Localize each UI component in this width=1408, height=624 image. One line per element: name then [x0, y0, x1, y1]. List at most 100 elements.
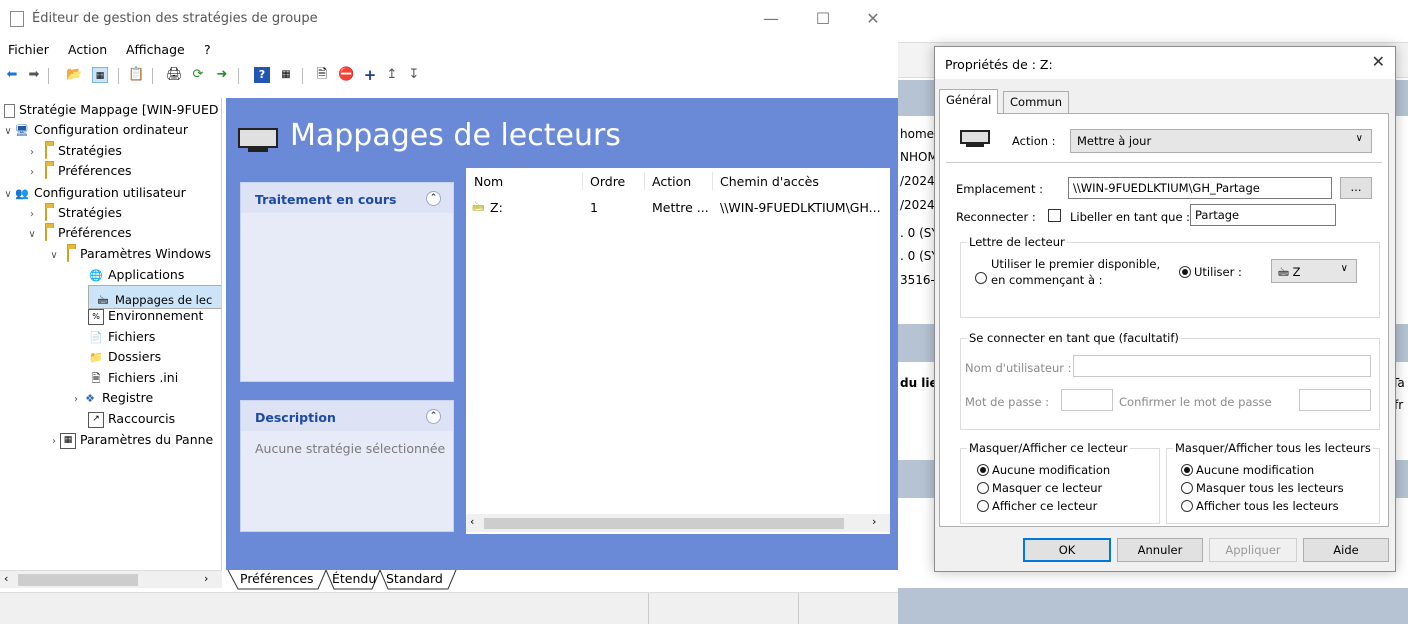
- column-header-ordre[interactable]: Ordre: [590, 174, 625, 189]
- export-icon[interactable]: ➜: [214, 67, 230, 83]
- column-header-action[interactable]: Action: [652, 174, 691, 189]
- chevron-down-icon[interactable]: ∨: [2, 185, 14, 205]
- tree-node-files[interactable]: 📄 Fichiers: [88, 327, 155, 347]
- tree-node-ini-files[interactable]: 🗎 Fichiers .ini: [88, 368, 179, 388]
- hide-show-all-label: Masquer/Afficher tous les lecteurs: [1173, 441, 1373, 455]
- refresh-icon[interactable]: ⟳: [190, 67, 206, 83]
- confirm-password-input[interactable]: [1299, 389, 1371, 411]
- scrollbar-thumb[interactable]: [484, 518, 844, 529]
- content-title: Mappages de lecteurs: [290, 118, 621, 153]
- tab-standard[interactable]: Standard: [386, 570, 443, 590]
- stop-icon[interactable]: ⛔: [338, 67, 354, 83]
- tab-commun[interactable]: Commun: [1003, 91, 1070, 113]
- processing-panel: Traitement en cours ⌃: [240, 182, 454, 382]
- first-available-radio[interactable]: [975, 265, 990, 284]
- no-change-radio[interactable]: Aucune modification: [977, 463, 1110, 477]
- drive-letter-select[interactable]: 🖮 Z ∨: [1271, 259, 1357, 283]
- menu-action[interactable]: Action: [68, 42, 107, 57]
- browse-button[interactable]: ...: [1340, 177, 1372, 199]
- properties-icon[interactable]: ▦: [278, 67, 294, 83]
- move-down-icon[interactable]: ↧: [406, 67, 422, 83]
- back-arrow-icon[interactable]: ⬅: [4, 67, 20, 83]
- tree-node-environment[interactable]: % Environnement: [88, 306, 203, 326]
- close-button[interactable]: ✕: [850, 6, 896, 32]
- menu-affichage[interactable]: Affichage: [126, 42, 185, 57]
- show-all-radio[interactable]: Afficher tous les lecteurs: [1181, 499, 1339, 513]
- up-folder-icon[interactable]: 📂: [66, 67, 82, 83]
- bg-text: NHOM: [900, 150, 938, 164]
- menu-fichier[interactable]: Fichier: [8, 42, 49, 57]
- description-text: Aucune stratégie sélectionnée: [255, 441, 446, 456]
- column-header-chemin[interactable]: Chemin d'accès: [720, 174, 819, 189]
- hide-drive-radio[interactable]: Masquer ce lecteur: [977, 481, 1102, 495]
- menu-help[interactable]: ?: [204, 42, 211, 57]
- tab-etendu[interactable]: Étendu: [332, 570, 376, 590]
- apply-button[interactable]: Appliquer: [1209, 538, 1297, 562]
- tree-node-windows-settings[interactable]: ∨ Paramètres Windows: [48, 244, 211, 264]
- tree-node-computer-strategies[interactable]: › Stratégies: [26, 141, 122, 161]
- preview-icon[interactable]: 🗎: [314, 67, 330, 83]
- description-title: Description: [255, 410, 336, 425]
- action-select[interactable]: Mettre à jour ∨: [1070, 129, 1372, 153]
- tree-horizontal-scrollbar[interactable]: ‹ ›: [0, 570, 222, 588]
- libeller-input[interactable]: Partage: [1190, 204, 1336, 226]
- chevron-right-icon[interactable]: ›: [26, 143, 38, 163]
- minimize-button[interactable]: —: [748, 6, 794, 32]
- username-input[interactable]: [1073, 355, 1371, 377]
- tree-node-user-strategies[interactable]: › Stratégies: [26, 203, 122, 223]
- clipboard-icon[interactable]: 📋: [128, 67, 144, 83]
- add-icon[interactable]: +: [362, 67, 378, 83]
- help-icon[interactable]: ?: [254, 67, 270, 83]
- tree-node-user-config[interactable]: ∨ 👥 Configuration utilisateur: [2, 183, 186, 203]
- forward-arrow-icon[interactable]: ➡: [26, 67, 42, 83]
- tab-preferences[interactable]: Préférences: [240, 570, 314, 590]
- tab-general[interactable]: Général: [939, 89, 999, 114]
- scroll-right-icon[interactable]: ›: [872, 515, 876, 528]
- list-horizontal-scrollbar[interactable]: ‹ ›: [466, 514, 890, 532]
- scroll-left-icon[interactable]: ‹: [470, 515, 474, 528]
- column-header-nom[interactable]: Nom: [474, 174, 503, 189]
- cancel-button[interactable]: Annuler: [1117, 538, 1203, 562]
- help-button[interactable]: Aide: [1303, 538, 1389, 562]
- reconnect-checkbox[interactable]: [1048, 209, 1061, 222]
- bg-text: . 0 (SY: [900, 226, 939, 240]
- tree-node-computer-preferences[interactable]: › Préférences: [26, 161, 132, 181]
- tree-node-policy[interactable]: Stratégie Mappage [WIN-9FUED: [4, 100, 218, 120]
- maximize-button[interactable]: ☐: [800, 6, 846, 32]
- close-icon[interactable]: ✕: [1372, 52, 1385, 71]
- chevron-down-icon[interactable]: ∨: [48, 246, 60, 266]
- scroll-left-icon[interactable]: ‹: [4, 572, 8, 585]
- chevron-right-icon[interactable]: ›: [26, 205, 38, 225]
- chevron-right-icon[interactable]: ›: [48, 432, 60, 452]
- scrollbar-thumb[interactable]: [18, 574, 138, 586]
- bg-text: /2024: [900, 198, 935, 212]
- show-tree-icon[interactable]: ▦: [92, 67, 108, 83]
- print-icon[interactable]: 🖨: [166, 67, 183, 83]
- table-row[interactable]: 🖮 Z: 1 Mettre ... \\WIN-9FUEDLKTIUM\GH..…: [466, 196, 890, 216]
- tree-node-user-preferences[interactable]: ∨ Préférences: [26, 223, 132, 243]
- no-change-all-radio[interactable]: Aucune modification: [1181, 463, 1314, 477]
- tree-node-computer-config[interactable]: ∨ 🖥 Configuration ordinateur: [2, 120, 188, 140]
- scroll-right-icon[interactable]: ›: [204, 572, 208, 585]
- tree-node-folders[interactable]: 📁 Dossiers: [88, 347, 161, 367]
- chevron-right-icon[interactable]: ›: [70, 390, 82, 410]
- show-drive-radio[interactable]: Afficher ce lecteur: [977, 499, 1097, 513]
- password-input[interactable]: [1061, 389, 1113, 411]
- tree-node-applications[interactable]: 🌐 Applications: [88, 265, 184, 285]
- move-up-icon[interactable]: ↥: [384, 67, 400, 83]
- tree-node-registry[interactable]: › ❖ Registre: [70, 388, 153, 408]
- dialog-title-bar: Propriétés de : Z: ✕: [935, 47, 1395, 79]
- chevron-down-icon[interactable]: ∨: [2, 122, 14, 142]
- chevron-down-icon[interactable]: ∨: [26, 225, 38, 245]
- ok-button[interactable]: OK: [1023, 538, 1111, 562]
- files-icon: 📄: [89, 330, 103, 344]
- emplacement-input[interactable]: \\WIN-9FUEDLKTIUM\GH_Partage: [1068, 177, 1332, 199]
- collapse-icon[interactable]: ⌃: [426, 409, 441, 424]
- use-radio[interactable]: Utiliser :: [1179, 265, 1242, 279]
- chevron-right-icon[interactable]: ›: [26, 163, 38, 183]
- tree-node-shortcuts[interactable]: ↗ Raccourcis: [88, 409, 175, 429]
- tree-node-control-panel[interactable]: › ▦ Paramètres du Panne: [48, 430, 213, 450]
- first-available-label-2: en commençant à :: [991, 273, 1103, 287]
- hide-all-radio[interactable]: Masquer tous les lecteurs: [1181, 481, 1344, 495]
- collapse-icon[interactable]: ⌃: [426, 191, 441, 206]
